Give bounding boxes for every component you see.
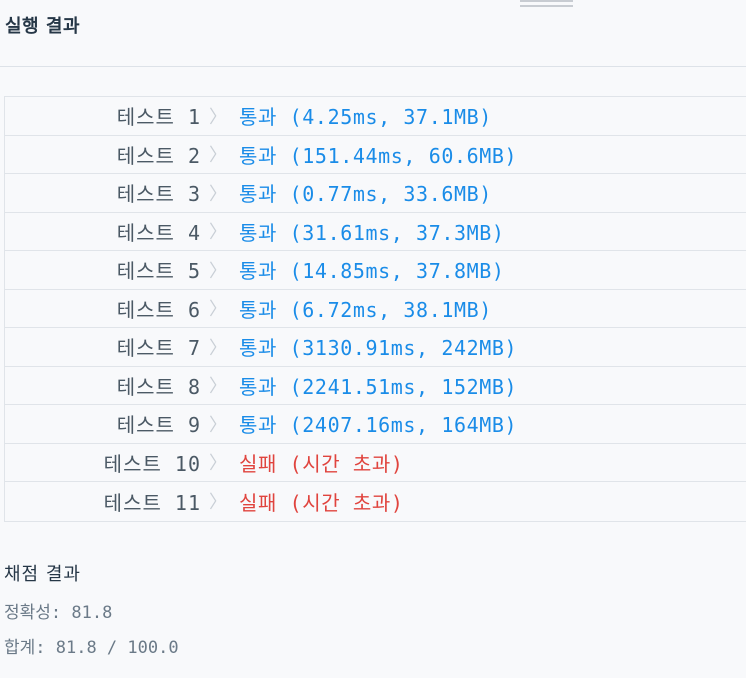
test-result: 통과 (2407.16ms, 164MB) xyxy=(239,413,518,438)
chevron-right-icon: 〉 xyxy=(209,106,227,128)
test-row: 테스트 1 〉 통과 (4.25ms, 37.1MB) xyxy=(5,97,746,136)
test-label: 테스트 8 xyxy=(116,374,201,399)
test-result: 통과 (6.72ms, 38.1MB) xyxy=(239,297,492,322)
test-result: 통과 (2241.51ms, 152MB) xyxy=(239,374,518,399)
test-result: 통과 (31.61ms, 37.3MB) xyxy=(239,220,505,245)
chevron-right-icon: 〉 xyxy=(209,414,227,436)
test-result: 통과 (14.85ms, 37.8MB) xyxy=(239,259,505,284)
test-label: 테스트 11 xyxy=(103,490,201,515)
chevron-right-icon: 〉 xyxy=(209,492,227,514)
chevron-right-icon: 〉 xyxy=(209,145,227,167)
page-title: 실행 결과 xyxy=(5,16,81,37)
test-result: 실패 (시간 초과) xyxy=(239,490,404,515)
results-header: 실행 결과 xyxy=(0,0,746,67)
test-result: 통과 (0.77ms, 33.6MB) xyxy=(239,182,492,207)
chevron-right-icon: 〉 xyxy=(209,337,227,359)
test-label: 테스트 3 xyxy=(116,182,201,207)
test-row: 테스트 8 〉 통과 (2241.51ms, 152MB) xyxy=(5,367,746,405)
chevron-right-icon: 〉 xyxy=(209,299,227,321)
test-row: 테스트 10 〉 실패 (시간 초과) xyxy=(5,444,746,482)
test-row: 테스트 11 〉 실패 (시간 초과) xyxy=(5,482,746,521)
test-label: 테스트 7 xyxy=(116,336,201,361)
test-label: 테스트 4 xyxy=(116,220,201,245)
test-results-list: 테스트 1 〉 통과 (4.25ms, 37.1MB) 테스트 2 〉 통과 (… xyxy=(4,96,746,522)
test-result: 통과 (3130.91ms, 242MB) xyxy=(239,336,518,361)
accuracy-score: 정확성: 81.8 xyxy=(4,603,113,623)
chevron-right-icon: 〉 xyxy=(209,260,227,282)
chevron-right-icon: 〉 xyxy=(209,183,227,205)
test-row: 테스트 4 〉 통과 (31.61ms, 37.3MB) xyxy=(5,213,746,251)
test-row: 테스트 7 〉 통과 (3130.91ms, 242MB) xyxy=(5,328,746,367)
test-row: 테스트 9 〉 통과 (2407.16ms, 164MB) xyxy=(5,405,746,444)
test-label: 테스트 10 xyxy=(103,451,201,476)
test-label: 테스트 2 xyxy=(116,143,201,168)
test-result: 통과 (4.25ms, 37.1MB) xyxy=(239,105,492,130)
chevron-right-icon: 〉 xyxy=(209,222,227,244)
test-row: 테스트 3 〉 통과 (0.77ms, 33.6MB) xyxy=(5,174,746,213)
chevron-right-icon: 〉 xyxy=(209,453,227,475)
test-row: 테스트 2 〉 통과 (151.44ms, 60.6MB) xyxy=(5,136,746,174)
test-row: 테스트 6 〉 통과 (6.72ms, 38.1MB) xyxy=(5,290,746,328)
test-label: 테스트 6 xyxy=(116,297,201,322)
test-label: 테스트 9 xyxy=(116,413,201,438)
test-result: 실패 (시간 초과) xyxy=(239,451,404,476)
test-row: 테스트 5 〉 통과 (14.85ms, 37.8MB) xyxy=(5,251,746,290)
test-label: 테스트 1 xyxy=(116,105,201,130)
test-label: 테스트 5 xyxy=(116,259,201,284)
score-title: 채점 결과 xyxy=(4,564,81,585)
test-result: 통과 (151.44ms, 60.6MB) xyxy=(239,143,518,168)
chevron-right-icon: 〉 xyxy=(209,376,227,398)
total-score: 합계: 81.8 / 100.0 xyxy=(4,638,179,658)
